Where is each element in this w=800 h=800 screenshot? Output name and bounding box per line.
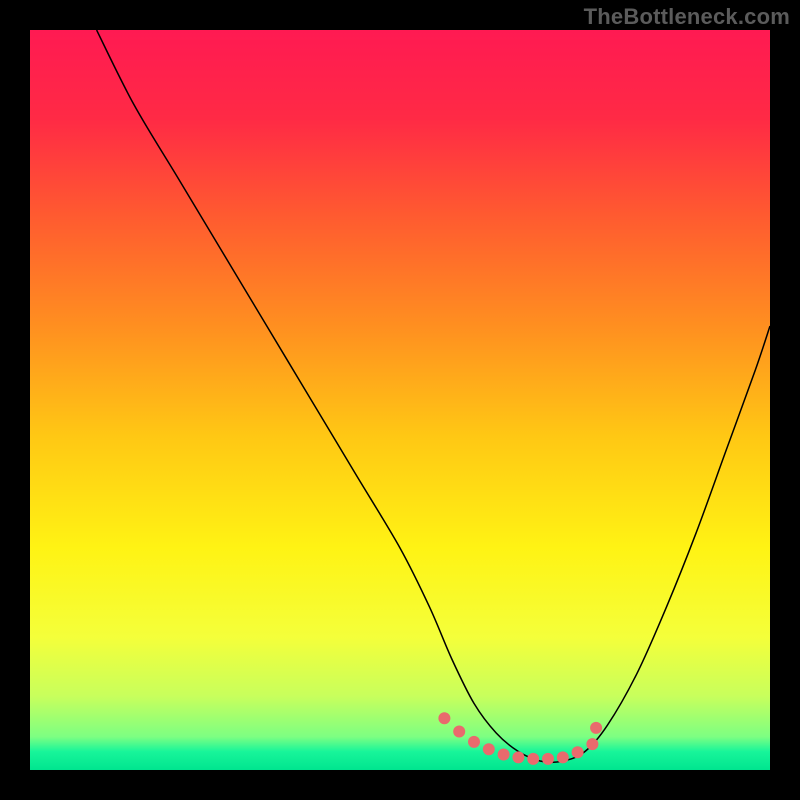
chart-svg	[30, 30, 770, 770]
highlight-dot	[453, 726, 465, 738]
highlight-dot	[483, 743, 495, 755]
highlight-dot	[572, 746, 584, 758]
highlight-dot	[542, 753, 554, 765]
watermark-text: TheBottleneck.com	[584, 4, 790, 30]
plot-background	[30, 30, 770, 770]
highlight-dot	[498, 748, 510, 760]
highlight-dot	[512, 751, 524, 763]
highlight-dot	[438, 712, 450, 724]
highlight-dot	[590, 722, 602, 734]
highlight-dot	[557, 751, 569, 763]
highlight-dot	[586, 738, 598, 750]
chart-stage: TheBottleneck.com	[0, 0, 800, 800]
highlight-dot	[468, 736, 480, 748]
highlight-dot	[527, 753, 539, 765]
